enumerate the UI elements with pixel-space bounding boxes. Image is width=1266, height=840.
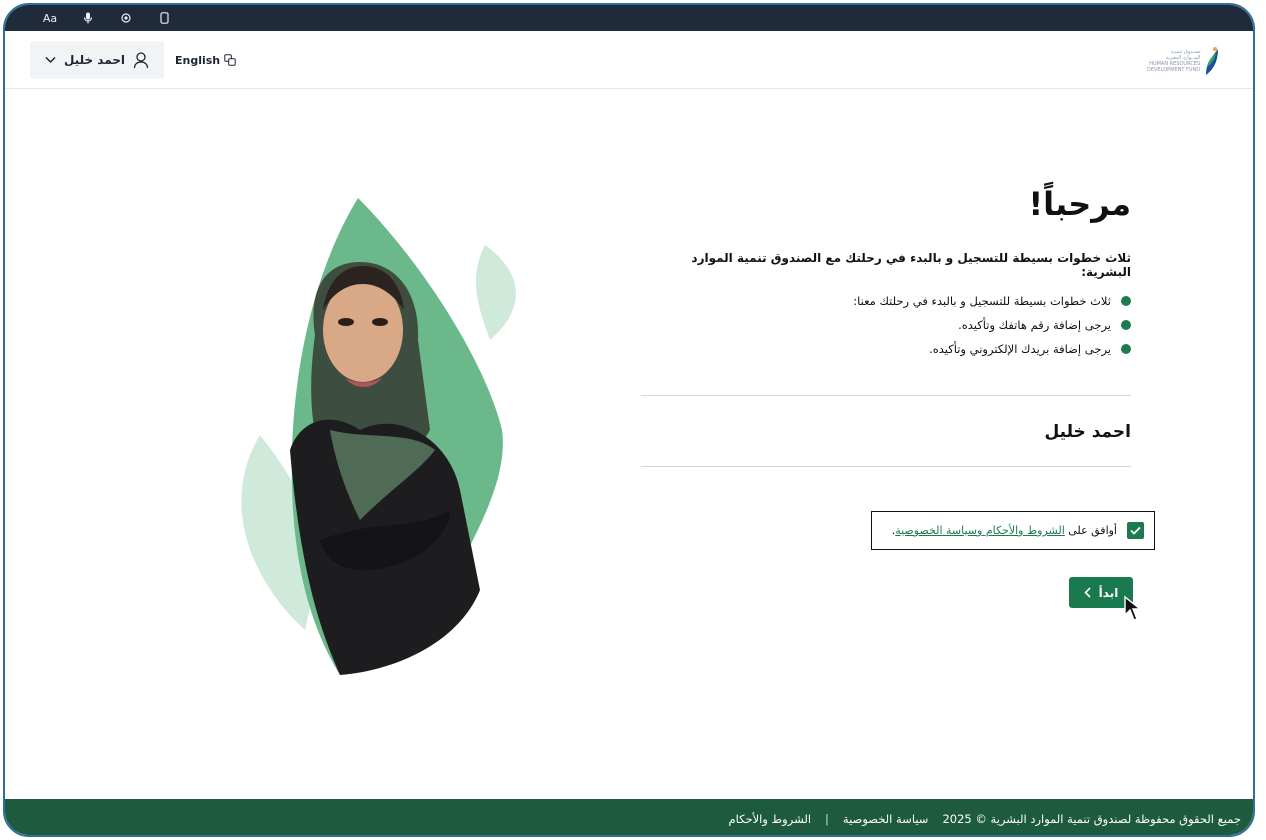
left-eye — [338, 318, 354, 326]
privacy-link[interactable]: سياسة الخصوصية — [843, 812, 929, 826]
terms-footer-link[interactable]: الشروط والأحكام — [729, 812, 812, 826]
start-label: ابدأ — [1098, 585, 1119, 600]
logo-wordmark: صنـدوق تنميـة المــوارد البشرية HUMAN RE… — [1147, 49, 1200, 73]
checkmark-icon — [1130, 526, 1141, 535]
step-text: يرجى إضافة بريدك الإلكتروني وتأكيده. — [929, 342, 1111, 356]
eye-icon[interactable] — [107, 5, 145, 31]
light-leaf-right — [475, 245, 516, 340]
app-window: Aa احمد خليل English صنـدوق تنميـة المــ… — [3, 3, 1255, 837]
mouse-cursor-icon — [1124, 595, 1142, 621]
step-item: ثلاث خطوات بسيطة للتسجيل و بالبدء في رحل… — [641, 289, 1131, 313]
translate-icon — [224, 54, 236, 66]
language-switch-link[interactable]: English — [175, 50, 236, 70]
step-item: يرجى إضافة بريدك الإلكتروني وتأكيده. — [641, 337, 1131, 361]
divider — [641, 466, 1131, 467]
terms-link[interactable]: الشروط والأحكام وسياسة الخصوصية — [895, 524, 1065, 537]
step-item: يرجى إضافة رقم هاتفك وتأكيده. — [641, 313, 1131, 337]
welcome-content: مرحباً! ثلاث خطوات بسيطة للتسجيل و بالبد… — [641, 185, 1131, 467]
site-footer: جميع الحقوق محفوظة لصندوق تنمية الموارد … — [5, 799, 1253, 835]
mobile-icon[interactable] — [145, 5, 183, 31]
language-label: English — [175, 53, 221, 67]
chevron-left-icon — [1084, 587, 1091, 598]
chevron-down-icon — [45, 56, 56, 64]
accessibility-toolbar: Aa — [5, 5, 1253, 31]
microphone-icon[interactable] — [69, 5, 107, 31]
terms-prefix: أوافق على — [1064, 524, 1117, 537]
font-size-icon[interactable]: Aa — [31, 5, 69, 31]
terms-agreement: أوافق على الشروط والأحكام وسياسة الخصوصي… — [871, 511, 1155, 550]
step-text: ثلاث خطوات بسيطة للتسجيل و بالبدء في رحل… — [853, 294, 1111, 308]
welcome-illustration — [241, 198, 516, 675]
right-eye — [372, 318, 388, 326]
step-text: يرجى إضافة رقم هاتفك وتأكيده. — [958, 318, 1111, 332]
footer-separator: | — [825, 812, 829, 826]
user-menu-name: احمد خليل — [63, 53, 126, 67]
terms-checkbox[interactable] — [1127, 522, 1144, 539]
steps-list: ثلاث خطوات بسيطة للتسجيل و بالبدء في رحل… — [641, 289, 1131, 361]
user-icon — [133, 51, 149, 68]
site-header: احمد خليل English صنـدوق تنميـة المــوار… — [5, 31, 1253, 89]
logo-line4: DEVELOPMENT FUND — [1147, 67, 1201, 73]
bullet-dot — [1121, 296, 1131, 306]
user-menu-button[interactable]: احمد خليل — [30, 41, 164, 79]
terms-text: أوافق على الشروط والأحكام وسياسة الخصوصي… — [892, 524, 1117, 537]
bullet-dot — [1121, 344, 1131, 354]
copyright-text: جميع الحقوق محفوظة لصندوق تنمية الموارد … — [942, 812, 1241, 826]
intro-text: ثلاث خطوات بسيطة للتسجيل و بالبدء في رحل… — [691, 251, 1131, 279]
hrdf-logo[interactable]: صنـدوق تنميـة المــوارد البشرية HUMAN RE… — [1147, 41, 1223, 81]
user-full-name: احمد خليل — [1044, 422, 1131, 442]
logo-mark-icon — [1206, 47, 1219, 75]
bullet-dot — [1121, 320, 1131, 330]
page-title: مرحباً! — [1028, 185, 1131, 223]
